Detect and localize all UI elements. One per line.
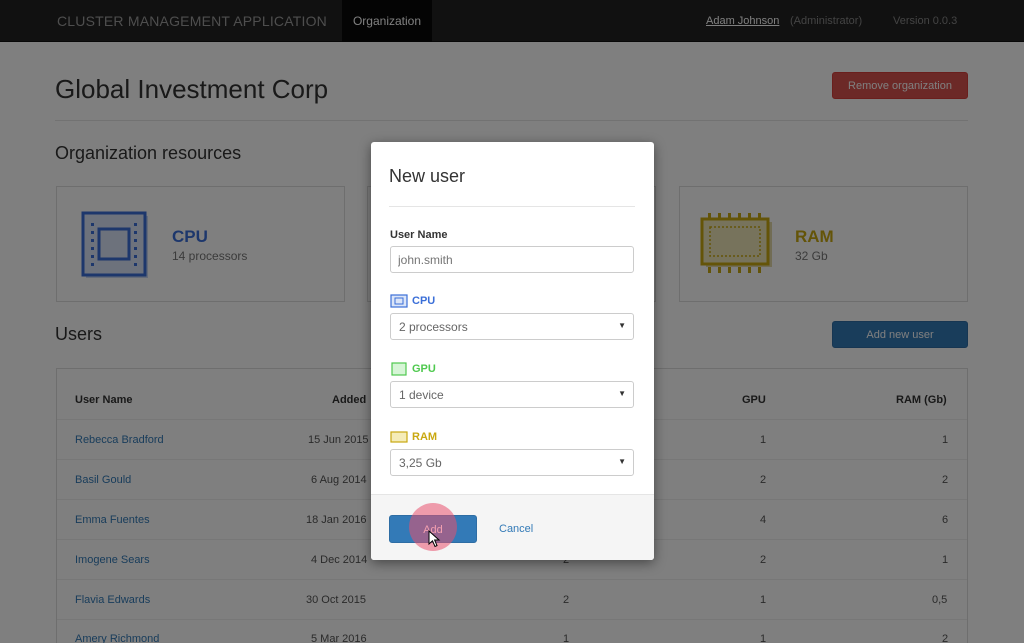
cpu-select[interactable]: 2 processors ▼ xyxy=(390,313,634,340)
ram-select-value: 3,25 Gb xyxy=(399,456,442,470)
gpu-chip-icon xyxy=(391,362,407,376)
gpu-field-label: GPU xyxy=(390,362,436,376)
ram-label-text: RAM xyxy=(412,431,438,443)
chevron-down-icon: ▼ xyxy=(618,321,626,330)
new-user-modal: New user User Name CPU 2 processors ▼ GP… xyxy=(371,142,654,560)
cpu-chip-icon xyxy=(390,294,408,308)
modal-header-divider xyxy=(389,206,635,207)
cpu-field-label: CPU xyxy=(390,294,435,308)
gpu-select[interactable]: 1 device ▼ xyxy=(390,381,634,408)
user-name-label: User Name xyxy=(390,229,448,241)
chevron-down-icon: ▼ xyxy=(618,457,626,466)
cpu-select-value: 2 processors xyxy=(399,320,468,334)
cancel-button[interactable]: Cancel xyxy=(499,523,533,535)
cpu-label-text: CPU xyxy=(412,295,436,307)
ram-chip-icon xyxy=(390,431,408,443)
ram-select[interactable]: 3,25 Gb ▼ xyxy=(390,449,634,476)
mouse-pointer-icon xyxy=(428,530,441,548)
gpu-label-text: GPU xyxy=(412,363,436,375)
chevron-down-icon: ▼ xyxy=(618,389,626,398)
gpu-select-value: 1 device xyxy=(399,388,444,402)
ram-field-label: RAM xyxy=(390,430,437,444)
modal-title: New user xyxy=(389,166,466,186)
user-name-input[interactable] xyxy=(390,246,634,273)
